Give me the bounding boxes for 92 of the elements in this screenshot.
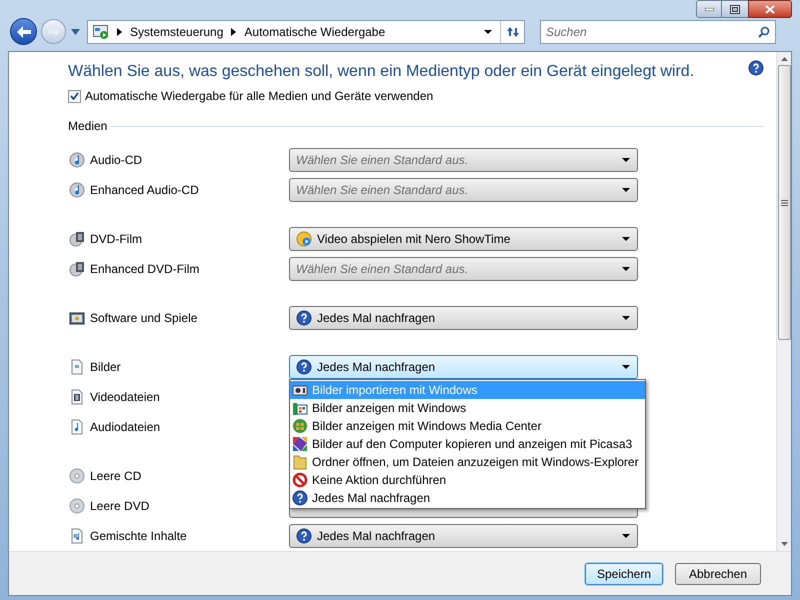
dropdown[interactable]: Jedes Mal nachfragen — [289, 355, 638, 379]
breadcrumb[interactable]: Systemsteuerung — [130, 22, 224, 40]
search-field[interactable]: Suchen — [540, 20, 776, 44]
forward-arrow-icon — [48, 26, 60, 36]
dropdown-placeholder: Wählen Sie einen Standard aus. — [296, 152, 468, 169]
dropdown[interactable]: Wählen Sie einen Standard aus. — [289, 148, 638, 172]
close-button[interactable] — [748, 0, 792, 18]
menu-option[interactable]: Bilder anzeigen mit Windows Media Center — [290, 417, 645, 435]
disc-icon — [69, 468, 85, 484]
media-type-label: Leere CD — [90, 468, 142, 485]
menu-option[interactable]: Jedes Mal nachfragen — [290, 489, 645, 507]
breadcrumb[interactable]: Automatische Wiedergabe — [244, 22, 386, 40]
dropdown[interactable]: Wählen Sie einen Standard aus. — [289, 257, 638, 281]
refresh-arrows-icon — [506, 26, 520, 38]
gallery-icon — [292, 400, 308, 416]
dropdown-arrow-icon — [622, 316, 630, 320]
dropdown-arrow-icon — [622, 534, 630, 538]
minimize-button[interactable] — [696, 0, 722, 18]
software-box-icon — [69, 310, 85, 326]
page-heading: Wählen Sie aus, was geschehen soll, wenn ein Medientyp oder ein Gerät eingelegt wird. — [68, 62, 694, 82]
control-panel-icon — [93, 24, 109, 40]
address-bar[interactable]: Systemsteuerung Automatische Wiedergabe — [87, 20, 525, 44]
dialog-button[interactable]: Abbrechen — [675, 562, 761, 584]
disc-play-icon — [296, 231, 312, 247]
media-type-label: Enhanced DVD-Film — [90, 261, 200, 278]
dropdown[interactable]: Video abspielen mit Nero ShowTime — [289, 227, 638, 251]
help-icon — [296, 310, 312, 326]
dropdown-value: Jedes Mal nachfragen — [317, 359, 436, 376]
scroll-up-arrow-icon[interactable] — [780, 57, 788, 61]
grip-icon — [780, 200, 788, 206]
dropdown[interactable]: Wählen Sie einen Standard aus. — [289, 178, 638, 202]
music-disc-icon — [69, 152, 85, 168]
dropdown-arrow-icon — [622, 267, 630, 271]
dropdown-arrow-icon — [622, 237, 630, 241]
dropdown[interactable]: Jedes Mal nachfragen — [289, 306, 638, 330]
dropdown-value: Jedes Mal nachfragen — [317, 528, 436, 545]
media-type-label: Enhanced Audio-CD — [90, 182, 199, 199]
dropdown-arrow-icon — [622, 158, 630, 162]
scroll-thumb[interactable] — [778, 65, 790, 340]
dialog-button[interactable]: Speichern — [585, 562, 663, 584]
dropdown-placeholder: Wählen Sie einen Standard aus. — [296, 261, 468, 278]
media-type-label: Audiodateien — [90, 419, 160, 436]
search-icon[interactable] — [758, 26, 770, 38]
back-arrow-icon — [16, 26, 30, 38]
media-type-label: Leere DVD — [90, 498, 150, 515]
media-type-label: Software und Spiele — [90, 310, 198, 327]
music-disc-icon — [69, 182, 85, 198]
section-heading: Medien — [68, 118, 108, 135]
recent-pages-arrow-icon[interactable] — [71, 28, 80, 34]
back-button[interactable] — [10, 18, 37, 45]
dropdown-arrow-icon — [622, 365, 630, 369]
mixed-file-icon — [69, 528, 85, 544]
breadcrumb-arrow-icon[interactable] — [231, 28, 236, 36]
prohibited-icon — [292, 472, 308, 488]
video-file-icon — [69, 389, 85, 405]
checkbox[interactable] — [68, 90, 81, 102]
scroll-down-arrow-icon[interactable] — [780, 542, 788, 546]
pinwheel-icon — [292, 436, 308, 452]
menu-option[interactable]: Bilder anzeigen mit Windows — [290, 399, 645, 417]
close-icon — [765, 4, 775, 14]
image-file-icon — [69, 359, 85, 375]
media-type-label: Audio-CD — [90, 152, 142, 169]
media-type-label: Bilder — [90, 359, 121, 376]
help-icon — [296, 359, 312, 375]
help-icon — [296, 528, 312, 544]
dropdown-value: Video abspielen mit Nero ShowTime — [317, 231, 510, 248]
help-icon — [748, 60, 764, 76]
breadcrumb-arrow-icon[interactable] — [117, 28, 122, 36]
folder-icon — [292, 454, 308, 470]
minimize-icon — [704, 8, 714, 10]
checkbox-label[interactable]: Automatische Wiedergabe für alle Medien und Geräte verwenden — [85, 87, 434, 105]
maximize-icon — [730, 4, 740, 14]
media-center-icon — [292, 418, 308, 434]
media-type-label: DVD-Film — [90, 231, 142, 248]
disc-icon — [69, 498, 85, 514]
maximize-button[interactable] — [722, 0, 748, 18]
help-icon — [292, 490, 308, 506]
media-type-label: Videodateien — [90, 389, 160, 406]
dropdown-value: Jedes Mal nachfragen — [317, 310, 436, 327]
menu-option[interactable]: Keine Aktion durchführen — [290, 471, 645, 489]
dropdown-placeholder: Wählen Sie einen Standard aus. — [296, 182, 468, 199]
film-disc-icon — [69, 231, 85, 247]
dropdown[interactable]: Jedes Mal nachfragen — [289, 524, 638, 548]
media-type-label: Gemischte Inhalte — [90, 528, 187, 545]
dropdown-arrow-icon[interactable] — [484, 30, 492, 34]
menu-option[interactable]: Bilder auf den Computer kopieren und anzeigen mit Picasa3 — [290, 435, 645, 453]
audio-file-icon — [69, 419, 85, 435]
checkmark-icon — [70, 92, 79, 100]
scrollbar[interactable] — [776, 52, 791, 551]
dropdown-arrow-icon — [622, 188, 630, 192]
menu-option[interactable]: Ordner öffnen, um Dateien anzuzeigen mit Windows-Explorer — [290, 453, 645, 471]
film-disc-icon — [69, 261, 85, 277]
